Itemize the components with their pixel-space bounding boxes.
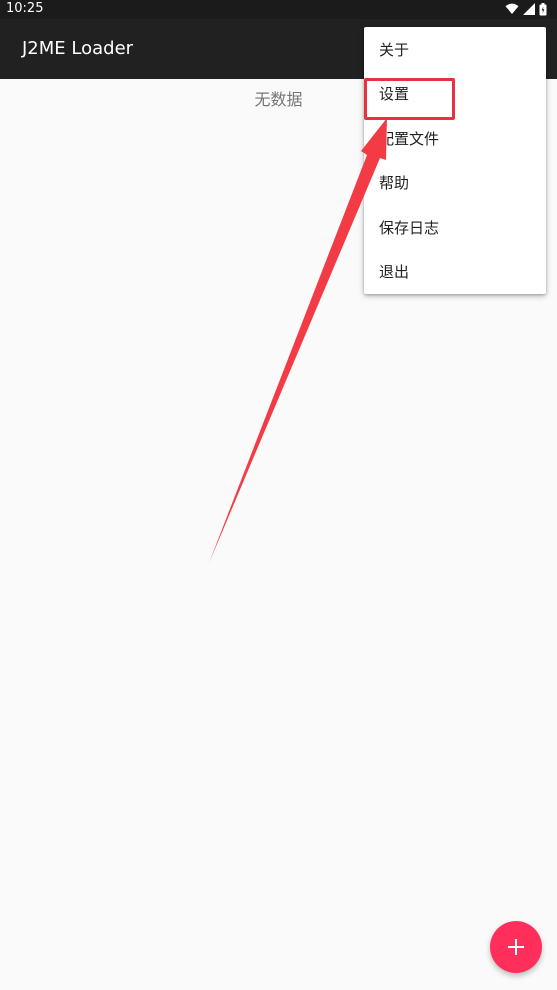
- menu-item-exit[interactable]: 退出: [364, 250, 546, 295]
- status-time: 10:25: [6, 1, 44, 16]
- add-button[interactable]: [490, 921, 542, 973]
- menu-item-profiles[interactable]: 配置文件: [364, 116, 546, 161]
- menu-item-help[interactable]: 帮助: [364, 161, 546, 206]
- status-bar: 10:25: [0, 0, 557, 19]
- battery-icon: [539, 2, 547, 16]
- app-title: J2ME Loader: [22, 38, 134, 59]
- wifi-icon: [505, 3, 519, 15]
- menu-item-save-log[interactable]: 保存日志: [364, 205, 546, 250]
- status-icons: [505, 1, 547, 17]
- signal-icon: [523, 3, 535, 15]
- add-icon: [508, 939, 524, 955]
- menu-item-about[interactable]: 关于: [364, 27, 546, 72]
- overflow-menu: 关于 设置 配置文件 帮助 保存日志 退出: [364, 27, 546, 294]
- settings-highlight-box: [364, 78, 455, 120]
